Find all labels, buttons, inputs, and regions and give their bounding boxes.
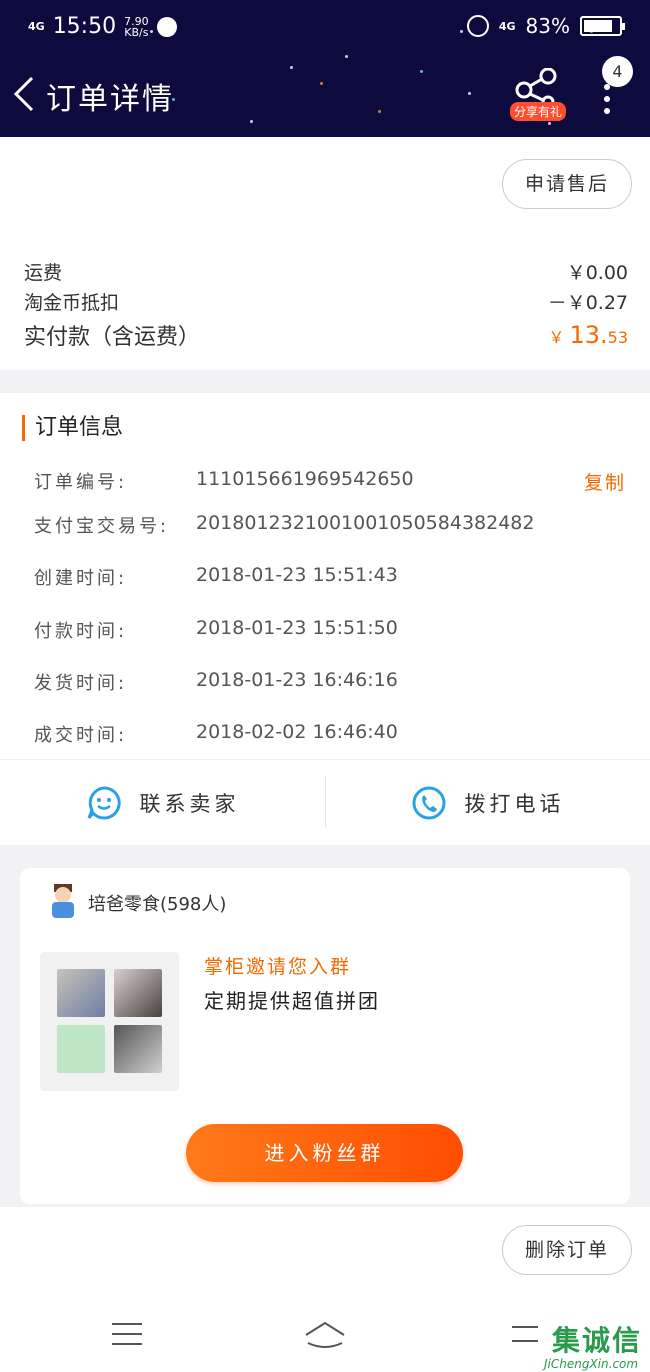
group-avatar [52, 884, 74, 918]
join-group-button[interactable]: 进入粉丝群 [186, 1124, 463, 1182]
net-speed: 7.90 KB/s [124, 14, 149, 39]
battery-percent: 83% [525, 14, 570, 38]
coin-label: 淘金币抵扣 [24, 292, 120, 314]
status-time: 15:50 [52, 14, 117, 39]
chat-bubble-icon [87, 786, 121, 820]
status-bar: 4G 15:50 7.90 KB/s 4G 83% [0, 10, 650, 44]
paid-row: 实付款（含运费） ￥ 13.53 [24, 319, 628, 351]
call-phone-label: 拨打电话 [464, 792, 565, 816]
network-indicator-right: 4G [498, 19, 516, 33]
paid-value: ￥ 13.53 [548, 321, 628, 349]
shipping-label: 运费 [24, 262, 63, 284]
share-button[interactable]: 分享有礼 [508, 67, 567, 122]
phone-icon [412, 786, 445, 820]
group-description: 定期提供超值拼团 [204, 989, 380, 1013]
delete-order-button[interactable]: 删除订单 [502, 1225, 632, 1275]
battery-icon [580, 16, 625, 36]
order-info-title: 订单信息 [22, 415, 123, 441]
copy-button[interactable]: 复制 [584, 468, 626, 495]
thumb-photo-1 [57, 969, 105, 1017]
after-sale-button[interactable]: 申请售后 [502, 159, 632, 209]
fee-section: 申请售后 运费 ￥0.00 淘金币抵扣 －￥0.27 实付款（含运费） ￥ 13… [0, 137, 650, 370]
group-name: 培爸零食(598人) [88, 894, 227, 915]
group-invite-text: 掌柜邀请您入群 [204, 956, 352, 978]
contact-seller-button[interactable]: 联系卖家 [0, 760, 325, 846]
group-thumbnails [40, 952, 179, 1091]
contact-seller-label: 联系卖家 [139, 792, 240, 816]
contact-bar: 联系卖家 拨打电话 [0, 759, 650, 845]
back-button[interactable] [8, 74, 42, 114]
more-menu-button[interactable] [600, 84, 614, 114]
fan-group-card: 培爸零食(598人) 掌柜邀请您入群 定期提供超值拼团 进入粉丝群 [20, 868, 630, 1204]
thumb-photo-2 [114, 969, 162, 1017]
shipping-row: 运费 ￥0.00 [24, 258, 628, 285]
top-header: 4G 15:50 7.90 KB/s 4G 83% 订单详情 分享有礼 4 [0, 0, 650, 137]
globe-icon [156, 16, 177, 37]
network-indicator: 4G [28, 20, 45, 33]
shipping-value: ￥0.00 [566, 262, 628, 284]
alarm-icon [466, 15, 489, 37]
menu-icon[interactable] [110, 1319, 144, 1349]
coin-row: 淘金币抵扣 －￥0.27 [24, 288, 628, 315]
share-gift-label: 分享有礼 [510, 102, 567, 121]
page-title: 订单详情 [46, 82, 174, 117]
chevron-left-icon [13, 76, 34, 112]
home-icon[interactable] [302, 1319, 348, 1349]
watermark-logo: 集诚信 JiChengXin.com [544, 1324, 643, 1371]
call-phone-button[interactable]: 拨打电话 [325, 760, 650, 846]
thumb-photo-3 [57, 1025, 105, 1073]
notification-badge[interactable]: 4 [602, 56, 633, 87]
coin-value: －￥0.27 [547, 292, 628, 314]
thumb-photo-4 [114, 1025, 162, 1073]
paid-label: 实付款（含运费） [24, 325, 201, 350]
order-info-section: 订单信息 订单编号: 111015661969542650 复制 支付宝交易号:… [0, 393, 650, 759]
bottom-section: 删除订单 集诚信 JiChengXin.com [0, 1207, 650, 1372]
